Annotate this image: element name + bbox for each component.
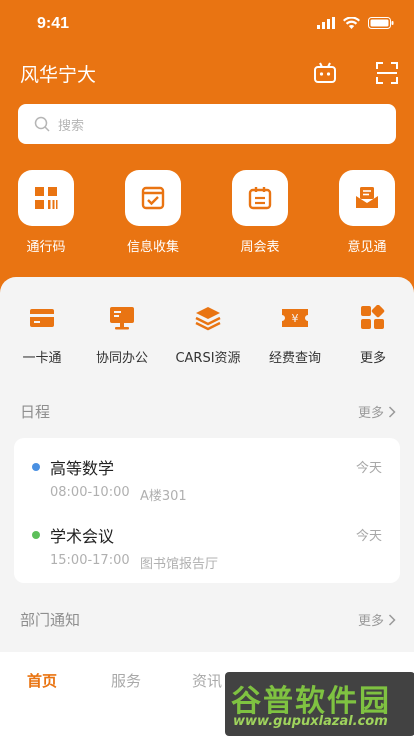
battery-icon — [368, 17, 394, 29]
more-label: 更多 — [357, 406, 384, 421]
quick-label: 意见通 — [347, 240, 387, 255]
wifi-icon — [343, 17, 360, 29]
info-collect-icon — [125, 170, 181, 226]
search-placeholder: 搜索 — [58, 118, 85, 134]
quick-weekly-schedule[interactable]: 周会表 — [220, 170, 300, 255]
tab-news[interactable]: 资讯 — [192, 670, 222, 691]
event-day: 今天 — [355, 461, 382, 476]
more-label: 更多 — [357, 614, 384, 629]
search-bar[interactable]: 搜索 — [18, 104, 396, 144]
schedule-more-link[interactable]: 更多 — [358, 402, 396, 421]
main-panel: 一卡通 协同办公 CARSI资源 ¥ 经费查询 更多 日程 更多 高等数学 今天… — [0, 277, 414, 677]
schedule-event[interactable]: 学术会议 今天 15:00-17:00 图书馆报告厅 — [32, 523, 382, 572]
service-carsi[interactable]: CARSI资源 — [168, 303, 248, 366]
grid-more-icon — [358, 303, 388, 333]
event-dot — [32, 463, 40, 471]
service-more[interactable]: 更多 — [333, 303, 413, 366]
svg-text:¥: ¥ — [292, 312, 299, 325]
schedule-title: 日程 — [20, 403, 51, 421]
service-label: 经费查询 — [268, 351, 321, 366]
chevron-right-icon — [388, 405, 396, 418]
status-bar: 9:41 — [0, 0, 414, 50]
tab-home[interactable]: 首页 — [27, 670, 57, 691]
schedule-event[interactable]: 高等数学 今天 08:00-10:00 A楼301 — [32, 455, 382, 504]
service-funding[interactable]: ¥ 经费查询 — [255, 303, 335, 366]
robot-icon[interactable] — [312, 60, 338, 86]
status-time: 9:41 — [37, 15, 70, 32]
service-label: CARSI资源 — [175, 351, 241, 366]
notices-more-link[interactable]: 更多 — [358, 610, 396, 629]
schedule-card: 高等数学 今天 08:00-10:00 A楼301 学术会议 今天 15:00-… — [14, 438, 400, 583]
watermark: 谷普软件园 www.gupuxlazal.com — [225, 672, 414, 736]
yuan-ticket-icon: ¥ — [280, 303, 310, 333]
event-time: 15:00-17:00 — [50, 553, 130, 568]
chevron-right-icon — [388, 613, 396, 626]
card-icon — [27, 303, 57, 333]
event-dot — [32, 531, 40, 539]
calendar-icon — [232, 170, 288, 226]
event-time: 08:00-10:00 — [50, 485, 130, 500]
event-title: 高等数学 — [50, 459, 115, 478]
header: 9:41 风华宁大 搜索 通行码 信息收集 周会表 意见通 — [0, 0, 414, 300]
signal-icon — [317, 17, 335, 29]
search-icon — [34, 116, 50, 132]
feedback-mail-icon — [339, 170, 395, 226]
quick-pass-code[interactable]: 通行码 — [6, 170, 86, 255]
status-icons — [317, 17, 394, 29]
watermark-url: www.gupuxlazal.com — [233, 714, 388, 729]
quick-feedback[interactable]: 意见通 — [327, 170, 407, 255]
event-title: 学术会议 — [50, 527, 115, 546]
monitor-icon — [107, 303, 137, 333]
notices-title: 部门通知 — [20, 611, 81, 629]
layers-icon — [193, 303, 223, 333]
service-label: 更多 — [359, 351, 386, 366]
scan-icon[interactable] — [374, 60, 400, 86]
service-campus-card[interactable]: 一卡通 — [2, 303, 82, 366]
quick-label: 通行码 — [26, 240, 66, 255]
service-label: 协同办公 — [95, 351, 148, 366]
service-office[interactable]: 协同办公 — [82, 303, 162, 366]
event-room: A楼301 — [140, 489, 187, 504]
event-day: 今天 — [355, 529, 382, 544]
app-title: 风华宁大 — [20, 64, 97, 86]
event-room: 图书馆报告厅 — [140, 557, 219, 572]
pass-code-icon — [18, 170, 74, 226]
service-label: 一卡通 — [22, 351, 62, 366]
quick-info-collect[interactable]: 信息收集 — [113, 170, 193, 255]
quick-label: 信息收集 — [126, 240, 179, 255]
quick-label: 周会表 — [240, 240, 280, 255]
tab-services[interactable]: 服务 — [111, 670, 141, 691]
